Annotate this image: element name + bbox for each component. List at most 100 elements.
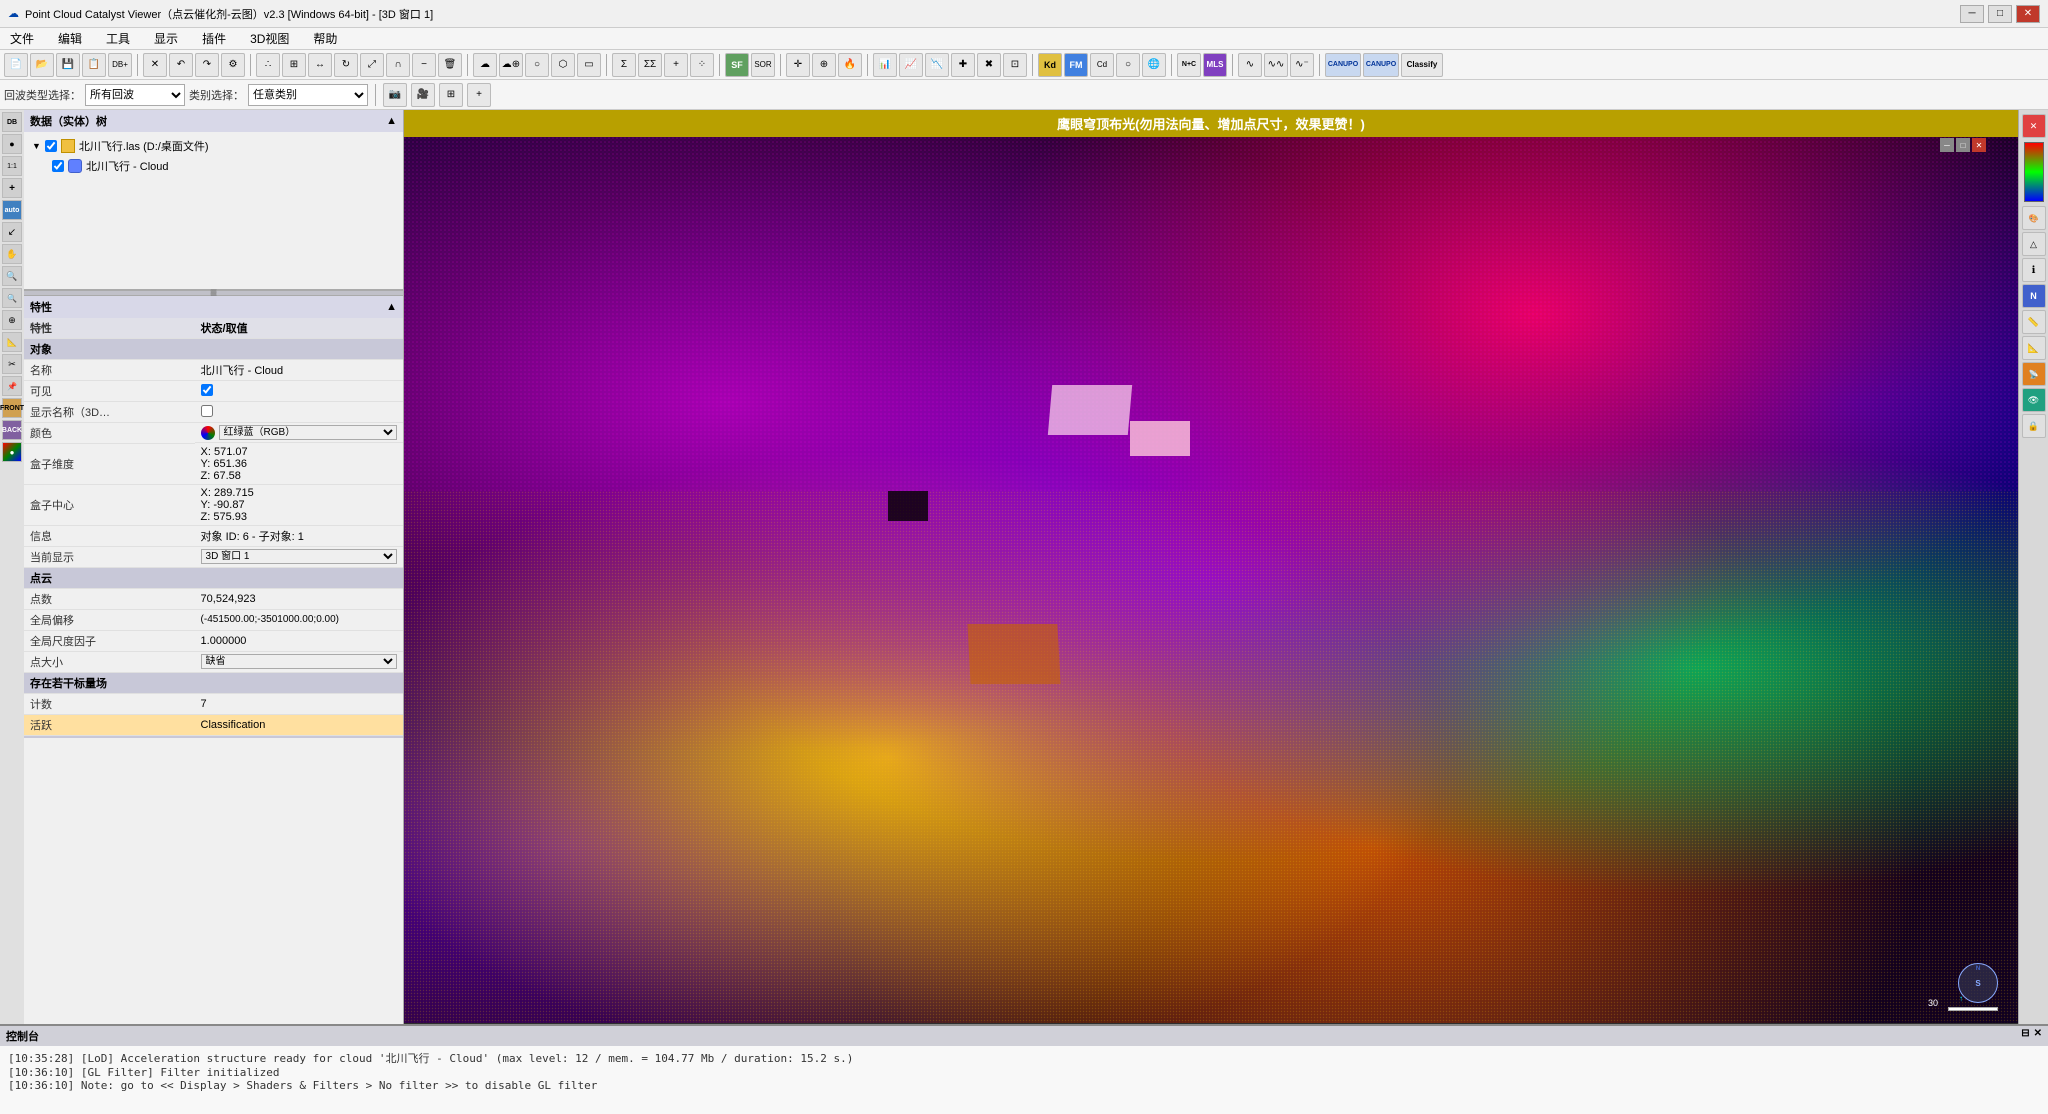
label2-btn[interactable]: ΣΣ bbox=[638, 53, 662, 77]
pick-sidebar-btn[interactable]: ⊕ bbox=[2, 310, 22, 330]
globe-btn[interactable]: 🌐 bbox=[1142, 53, 1166, 77]
lock-rp-btn[interactable]: 🔒 bbox=[2022, 414, 2046, 438]
menu-plugins[interactable]: 插件 bbox=[196, 28, 232, 49]
move-pt-btn[interactable]: ✛ bbox=[786, 53, 810, 77]
menu-3dview[interactable]: 3D视图 bbox=[244, 28, 295, 49]
triangle-icon[interactable]: △ bbox=[2022, 232, 2046, 256]
visible-checkbox[interactable] bbox=[201, 384, 213, 396]
settings-btn[interactable]: ⚙ bbox=[221, 53, 245, 77]
merge-btn[interactable]: ⊞ bbox=[282, 53, 306, 77]
measure-sidebar-btn[interactable]: 📐 bbox=[2, 332, 22, 352]
wave1-btn[interactable]: ∿ bbox=[1238, 53, 1262, 77]
tree-item-cloud[interactable]: 北川飞行 - Cloud bbox=[28, 156, 399, 176]
file-checkbox[interactable] bbox=[45, 140, 57, 152]
grid-icon[interactable]: ⊞ bbox=[439, 83, 463, 107]
sf-btn[interactable]: SF bbox=[725, 53, 749, 77]
rect-sel-btn[interactable]: ▭ bbox=[577, 53, 601, 77]
sor-btn[interactable]: SOR bbox=[751, 53, 775, 77]
cloud-select1[interactable]: ☁ bbox=[473, 53, 497, 77]
redo-btn[interactable]: ↷ bbox=[195, 53, 219, 77]
zoom-btn[interactable]: 🔍 bbox=[2, 266, 22, 286]
cross-btn[interactable]: + bbox=[664, 53, 688, 77]
db-add-btn[interactable]: DB+ bbox=[108, 53, 132, 77]
delete-btn[interactable]: 🗑 bbox=[438, 53, 462, 77]
rotate-btn[interactable]: ↻ bbox=[334, 53, 358, 77]
menu-help[interactable]: 帮助 bbox=[307, 28, 343, 49]
subtract-btn[interactable]: − bbox=[412, 53, 436, 77]
console-toggle2[interactable]: ✕ bbox=[2034, 1028, 2042, 1044]
nc-btn[interactable]: N+C bbox=[1177, 53, 1201, 77]
sphere-btn[interactable]: ○ bbox=[1116, 53, 1140, 77]
arrow-btn[interactable]: ↙ bbox=[2, 222, 22, 242]
point-size-value[interactable]: 缺省 bbox=[195, 651, 403, 672]
canupo1-btn[interactable]: CANUPO bbox=[1325, 53, 1361, 77]
rp-close-btn[interactable]: ✕ bbox=[2022, 114, 2046, 138]
radio-rp-btn[interactable]: 📡 bbox=[2022, 362, 2046, 386]
annotation-btn[interactable]: 📌 bbox=[2, 376, 22, 396]
fm-btn[interactable]: FM bbox=[1064, 53, 1088, 77]
tree-collapse[interactable]: ▲ bbox=[386, 115, 397, 127]
win-close-btn[interactable]: ✕ bbox=[2016, 5, 2040, 23]
cloud-select2[interactable]: ☁⊕ bbox=[499, 53, 523, 77]
info-rp-btn[interactable]: ℹ bbox=[2022, 258, 2046, 282]
eye-rp-btn[interactable]: 👁 bbox=[2022, 388, 2046, 412]
color-value[interactable]: 红绿蓝（RGB） bbox=[195, 423, 403, 443]
point-sidebar-btn[interactable]: ● bbox=[2, 134, 22, 154]
scale-rp-btn[interactable]: 📏 bbox=[2022, 310, 2046, 334]
line-chart-btn[interactable]: 📈 bbox=[899, 53, 923, 77]
console-toggle1[interactable]: ⊟ bbox=[2021, 1028, 2029, 1044]
add-mark-btn[interactable]: ✚ bbox=[951, 53, 975, 77]
tree-item-file[interactable]: ▼ 北川飞行.las (D:/桌面文件) bbox=[28, 136, 399, 156]
menu-tools[interactable]: 工具 bbox=[100, 28, 136, 49]
db-sidebar-btn[interactable]: DB bbox=[2, 112, 22, 132]
n-rp-btn[interactable]: N bbox=[2022, 284, 2046, 308]
fire-btn[interactable]: 🔥 bbox=[838, 53, 862, 77]
add-view-btn[interactable]: + bbox=[467, 83, 491, 107]
vp-min-btn[interactable]: ─ bbox=[1940, 138, 1954, 152]
return-type-select[interactable]: 所有回波 bbox=[85, 84, 185, 106]
wave3-btn[interactable]: ∿⁻ bbox=[1290, 53, 1314, 77]
sample-btn[interactable]: ∴ bbox=[256, 53, 280, 77]
scale-btn[interactable]: ⤢ bbox=[360, 53, 384, 77]
plane-btn[interactable]: ⊡ bbox=[1003, 53, 1027, 77]
lasso-btn[interactable]: ○ bbox=[525, 53, 549, 77]
intersect-btn[interactable]: ∩ bbox=[386, 53, 410, 77]
class-select[interactable]: 任意类别 bbox=[248, 84, 368, 106]
translate-btn[interactable]: ↔ bbox=[308, 53, 332, 77]
back-view-btn[interactable]: BACK bbox=[2, 420, 22, 440]
win-minimize-btn[interactable]: ─ bbox=[1960, 5, 1984, 23]
menu-edit[interactable]: 编辑 bbox=[52, 28, 88, 49]
poly-sel-btn[interactable]: ⬡ bbox=[551, 53, 575, 77]
point-size-select[interactable]: 缺省 bbox=[201, 654, 397, 669]
auto-fit-btn[interactable]: auto bbox=[2, 200, 22, 220]
win-restore-btn[interactable]: □ bbox=[1988, 5, 2012, 23]
new-btn[interactable]: 📄 bbox=[4, 53, 28, 77]
color-palette-btn[interactable]: 🎨 bbox=[2022, 206, 2046, 230]
point-cloud-view[interactable]: S N 30 ↑ bbox=[404, 137, 2018, 1023]
undo-btn[interactable]: ↶ bbox=[169, 53, 193, 77]
pick-btn[interactable]: ⊕ bbox=[812, 53, 836, 77]
color-select[interactable]: 红绿蓝（RGB） bbox=[219, 425, 397, 440]
canupo2-btn[interactable]: CANUPO bbox=[1363, 53, 1399, 77]
open-btn[interactable]: 📂 bbox=[30, 53, 54, 77]
del-mark-btn[interactable]: ✖ bbox=[977, 53, 1001, 77]
saveas-btn[interactable]: 📋 bbox=[82, 53, 106, 77]
zoom-in-btn[interactable]: + bbox=[2, 178, 22, 198]
bar-chart-btn[interactable]: 📊 bbox=[873, 53, 897, 77]
camera-icon[interactable]: 📷 bbox=[383, 83, 407, 107]
kd-btn[interactable]: Kd bbox=[1038, 53, 1062, 77]
display-value[interactable]: 3D 窗口 1 bbox=[195, 546, 403, 567]
menu-display[interactable]: 显示 bbox=[148, 28, 184, 49]
video-icon[interactable]: 🎥 bbox=[411, 83, 435, 107]
wave2-btn[interactable]: ∿∿ bbox=[1264, 53, 1288, 77]
front-view-btn[interactable]: FRONT bbox=[2, 398, 22, 418]
save-btn[interactable]: 💾 bbox=[56, 53, 80, 77]
rgb-mode-btn[interactable]: ● bbox=[2, 442, 22, 462]
vp-close-btn[interactable]: ✕ bbox=[1972, 138, 1986, 152]
props-collapse[interactable]: ▲ bbox=[386, 301, 397, 313]
cloud-checkbox[interactable] bbox=[52, 160, 64, 172]
display3d-checkbox[interactable] bbox=[201, 405, 213, 417]
zoom2-btn[interactable]: 🔍 bbox=[2, 288, 22, 308]
pan-btn[interactable]: ✋ bbox=[2, 244, 22, 264]
cd-btn[interactable]: Cd bbox=[1090, 53, 1114, 77]
